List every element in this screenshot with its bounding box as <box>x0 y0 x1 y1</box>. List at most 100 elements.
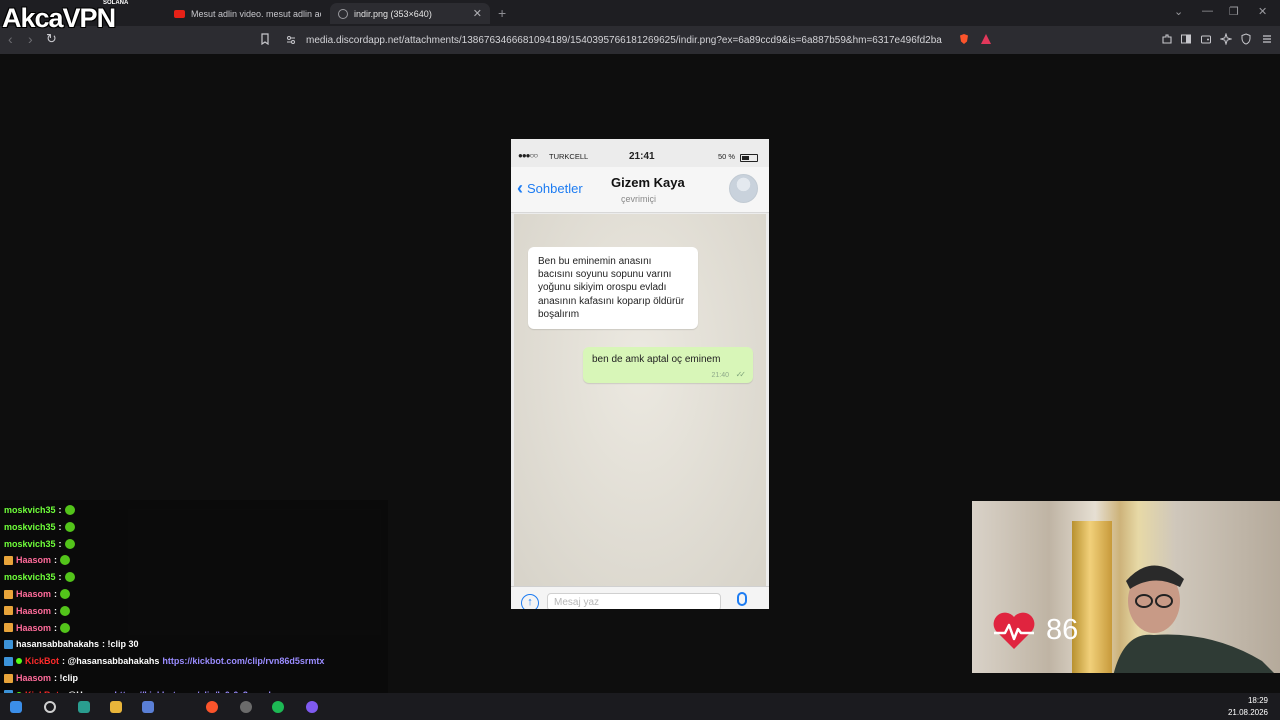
brave-shield-icon[interactable] <box>958 33 970 45</box>
phone-status-bar: ●●●○○ TURKCELL 21:41 50 % <box>511 149 769 165</box>
chat-message: KickBot: @hasansabbahakahs https://kickbo… <box>4 654 324 668</box>
menu-icon[interactable] <box>1261 33 1273 45</box>
message-input: Mesaj yaz <box>547 593 721 609</box>
search-icon[interactable] <box>44 701 56 713</box>
browser-toolbar: ‹ › ↻ media.discordapp.net/attachments/1… <box>0 26 1280 54</box>
app-icon[interactable] <box>142 701 154 713</box>
chat-text: : <box>54 555 58 566</box>
chat-text: : !clip <box>54 673 79 683</box>
contact-presence: çevrimiçi <box>621 194 656 204</box>
chat-username: KickBot <box>25 656 60 667</box>
webcam-feed: 86 <box>972 501 1280 673</box>
extensions-icon[interactable] <box>1161 33 1173 45</box>
kick-emote-icon <box>60 622 71 633</box>
chat-message: moskvich35: <box>4 520 75 534</box>
bookmark-icon[interactable] <box>259 33 271 45</box>
app-icon[interactable] <box>78 701 90 713</box>
subscriber-badge-icon <box>4 673 13 683</box>
chat-username: hasansabbahakahs <box>16 639 100 650</box>
wallet-icon[interactable] <box>1200 33 1212 45</box>
displayed-image: ●●●○○ TURKCELL 21:41 50 % ‹ Sohbetler Gi… <box>511 139 769 609</box>
stream-chat-overlay: moskvich35: moskvich35: moskvich35: Haasom:… <box>0 500 388 720</box>
kick-emote-icon <box>60 605 71 616</box>
chat-username: moskvich35 <box>4 505 56 515</box>
brave-rewards-icon[interactable] <box>980 33 992 45</box>
address-bar[interactable]: media.discordapp.net/attachments/1386763… <box>278 29 998 51</box>
outgoing-message: ben de amk aptal oç eminem 21:40 ✓✓ <box>583 347 753 383</box>
close-tab-icon[interactable]: ✕ <box>473 7 482 20</box>
kick-badge-icon <box>4 639 13 649</box>
youtube-icon <box>174 9 185 18</box>
tab-title: Mesut adlin video. mesut adlin açıkla <box>191 8 321 19</box>
app-icon[interactable] <box>306 701 318 713</box>
contact-name: Gizem Kaya <box>611 175 685 190</box>
incoming-message: Ben bu eminemin anasını bacısını soyunu … <box>528 247 698 330</box>
chat-text: : <box>58 538 62 549</box>
clock-time: 18:29 <box>1247 696 1268 705</box>
battery-icon <box>740 154 758 162</box>
spotify-icon[interactable] <box>272 701 284 713</box>
start-icon[interactable] <box>10 701 22 713</box>
chat-message: Haasom: <box>4 621 71 635</box>
sidebar-icon[interactable] <box>1180 33 1192 45</box>
subscriber-badge-icon <box>4 555 13 565</box>
minimize-icon[interactable]: — <box>1202 5 1213 17</box>
browser-tab-bar: Mesut adlin video. mesut adlin açıkla in… <box>0 0 1280 26</box>
battery-level: 50 % <box>718 152 736 161</box>
subscriber-badge-icon <box>4 606 13 616</box>
chat-text: : <box>58 505 62 515</box>
chevron-left-icon: ‹ <box>517 178 523 198</box>
kick-badge-icon <box>4 656 13 666</box>
clock-date: 21.08.2026 <box>1227 708 1268 717</box>
chat-username: Haasom <box>16 605 52 616</box>
obs-icon[interactable] <box>240 701 252 713</box>
close-window-icon[interactable]: ✕ <box>1258 5 1267 18</box>
outgoing-message-text: ben de amk aptal oç eminem <box>592 354 721 365</box>
chat-header: ‹ Sohbetler Gizem Kaya çevrimiçi <box>511 167 769 213</box>
os-taskbar: 18:29 21.08.2026 <box>0 693 1280 720</box>
tab-image[interactable]: indir.png (353×640) ✕ <box>330 3 490 24</box>
system-clock[interactable]: 18:29 21.08.2026 <box>1228 695 1268 719</box>
back-to-chats: ‹ Sohbetler <box>517 179 583 197</box>
chat-message: moskvich35: <box>4 503 75 517</box>
chat-username: Haasom <box>16 673 52 683</box>
chat-username: moskvich35 <box>4 572 56 583</box>
url-text: media.discordapp.net/attachments/1386763… <box>306 34 942 46</box>
subscriber-badge-icon <box>4 623 13 633</box>
chat-text: : <box>58 572 62 583</box>
carrier-name: TURKCELL <box>549 152 589 161</box>
tab-title: indir.png (353×640) <box>354 8 432 19</box>
message-input-bar: ↑ Mesaj yaz <box>511 586 769 609</box>
brave-browser-icon[interactable] <box>206 701 218 713</box>
attach-icon: ↑ <box>521 594 539 609</box>
vpn-icon[interactable] <box>1240 33 1252 45</box>
chat-text: : @hasansabbahakahs <box>62 656 160 667</box>
streamer-figure <box>1113 565 1274 673</box>
heart-rate-value: 86 <box>1046 614 1079 646</box>
new-tab-icon[interactable]: + <box>498 5 506 21</box>
chat-username: moskvich35 <box>4 538 56 549</box>
tab-youtube[interactable]: Mesut adlin video. mesut adlin açıkla <box>166 3 329 24</box>
phone-clock: 21:41 <box>629 151 655 162</box>
chat-message: moskvich35: <box>4 570 75 584</box>
contact-avatar <box>729 174 758 203</box>
tab-search-icon[interactable]: ⌄ <box>1174 5 1183 18</box>
chat-username: moskvich35 <box>4 521 56 532</box>
chat-text: : <box>54 589 58 599</box>
kick-emote-icon <box>64 505 75 515</box>
kick-emote-icon <box>64 521 75 532</box>
kick-emote-icon <box>60 589 71 599</box>
site-info-icon[interactable] <box>286 35 296 45</box>
screen: Mesut adlin video. mesut adlin açıkla in… <box>0 0 1280 720</box>
chat-message: Haasom: <box>4 604 71 618</box>
chat-link[interactable]: https://kickbot.com/clip/rvn86d5srmtx <box>162 656 324 666</box>
outgoing-message-time: 21:40 <box>711 372 729 379</box>
maximize-icon[interactable]: ❐ <box>1229 5 1239 18</box>
chat-text: : <box>54 622 58 633</box>
file-explorer-icon[interactable] <box>110 701 122 713</box>
leo-ai-icon[interactable] <box>1220 33 1232 45</box>
chat-text: : <box>54 605 58 616</box>
chat-text: : !clip 30 <box>102 639 139 650</box>
kick-emote-icon <box>64 538 75 549</box>
chat-text: : <box>58 521 62 532</box>
